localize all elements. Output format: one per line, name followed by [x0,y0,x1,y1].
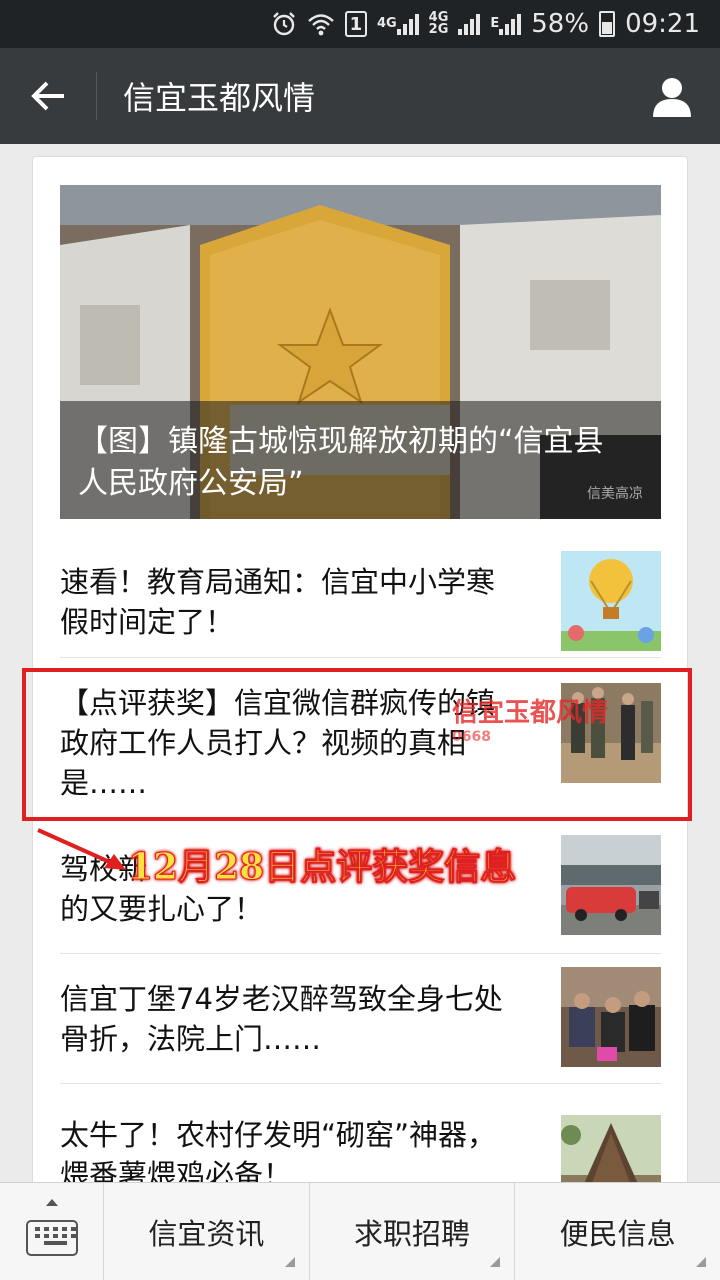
page-title: 信宜玉都风情 [123,79,316,117]
signal-icon [396,13,419,35]
article-title: 信宜丁堡74岁老汉醉驾致全身七处 骨折，法院上门…… [60,979,530,1059]
edge-label: E [490,16,500,31]
network-4g2g-bottom: 2G [428,22,449,37]
site-watermark-sub: 0668 [452,729,491,745]
submenu-corner-icon [490,1257,501,1267]
menu-item-news[interactable]: 信宜资讯 [104,1183,310,1280]
article-title-line: 太牛了！农村仔发明“砌窑”神器， [60,1118,497,1152]
article-title-line: 信宜丁堡74岁老汉醉驾致全身七处 [60,982,503,1016]
cover-caption-line: 人民政府公安局” [78,466,304,501]
alarm-icon [271,11,297,37]
battery-percent: 58% [531,9,590,39]
signal-icon [458,13,481,35]
submenu-corner-icon [696,1257,707,1267]
network-4g2g-indicator: 4G 2G [428,11,449,37]
article-title-line: 假时间定了！ [60,605,235,639]
network-4g-label: 4G [376,16,397,31]
title-bar: 信宜玉都风情 [0,48,720,144]
cover-caption-line: 【图】镇隆古城惊现解放初期的“信宜县 [78,424,604,459]
article-title-line: 骨折，法院上门…… [60,1022,322,1056]
menu-item-label: 信宜资讯 [148,1217,265,1251]
cover-watermark: 信美高凉 [587,486,643,502]
site-watermark-text: 信宜玉都风情 [452,698,609,728]
status-bar: 1 4G 4G 2G E 58% 09:21 [0,0,720,48]
clock: 09:21 [625,9,700,39]
sim-icon: 1 [344,11,367,37]
list-divider [60,657,661,658]
wifi-icon [307,12,335,36]
list-item[interactable]: 太牛了！农村仔发明“砌窑”神器， 煨番薯煨鸡必备！ [60,1083,661,1195]
article-title-line: 的又要扎心了！ [60,892,264,926]
site-watermark: 信宜玉都风情 0668 [452,692,608,745]
article-thumbnail [561,835,661,935]
profile-button[interactable] [624,48,720,144]
arrow-left-icon [31,81,64,111]
signal-icon [499,13,522,35]
network-4g-indicator: 4G [377,13,419,35]
edge-indicator: E [490,13,522,35]
submenu-corner-icon [284,1257,295,1267]
menu-item-label: 便民信息 [559,1217,676,1251]
arrow-icon [37,828,126,870]
list-item[interactable]: 速看！教育局通知：信宜中小学寒 假时间定了！ [60,537,661,657]
list-item[interactable]: 信宜丁堡74岁老汉醉驾致全身七处 骨折，法院上门…… [60,953,661,1085]
battery-icon [599,11,616,37]
article-title-line: 速看！教育局通知：信宜中小学寒 [60,565,496,599]
person-icon [653,78,691,117]
cover-article[interactable]: 【图】镇隆古城惊现解放初期的“信宜县 人民政府公安局” 信美高凉 [60,185,661,519]
article-thumbnail [561,967,661,1067]
menu-item-jobs[interactable]: 求职招聘 [310,1183,516,1280]
keyboard-icon [25,1220,78,1256]
caret-up-icon [46,1199,58,1206]
back-button[interactable] [0,48,96,144]
annotation-text: 12月28日点评获奖信息 [127,846,517,889]
menu-item-services[interactable]: 便民信息 [515,1183,720,1280]
menu-item-label: 求职招聘 [354,1217,471,1251]
cover-caption: 【图】镇隆古城惊现解放初期的“信宜县 人民政府公安局” [60,401,661,519]
bottom-menu: 信宜资讯 求职招聘 便民信息 [0,1182,720,1280]
article-thumbnail [561,551,661,651]
article-title: 速看！教育局通知：信宜中小学寒 假时间定了！ [60,562,530,642]
title-divider [96,72,97,120]
keyboard-toggle-button[interactable] [0,1183,104,1280]
